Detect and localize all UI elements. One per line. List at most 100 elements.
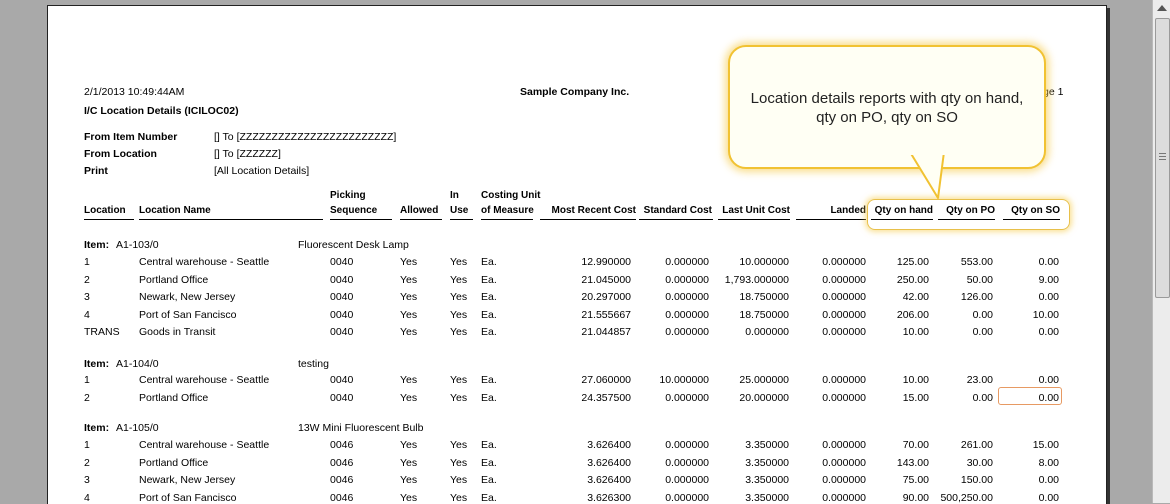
- param-label-location: From Location: [84, 148, 157, 160]
- cell-allowed: Yes: [400, 392, 418, 404]
- header-standard-cost: Standard Cost: [643, 205, 712, 216]
- cell-landed: 0.000000: [822, 492, 866, 504]
- cell-most-recent-cost: 20.297000: [581, 291, 631, 303]
- selected-cell[interactable]: [998, 387, 1062, 405]
- cell-qty-on-po: 50.00: [966, 274, 993, 286]
- cell-qty-on-so: 15.00: [1032, 439, 1059, 451]
- cell-qty-on-so: 0.00: [1038, 374, 1059, 386]
- scrollbar-thumb[interactable]: [1155, 18, 1170, 298]
- qty-columns-highlight: [867, 199, 1070, 230]
- vertical-scrollbar[interactable]: [1152, 0, 1170, 503]
- cell-picking-sequence: 0046: [330, 439, 354, 451]
- cell-last-unit-cost: 18.750000: [739, 291, 789, 303]
- cell-location: 1: [84, 256, 90, 268]
- param-label-item: From Item Number: [84, 131, 178, 143]
- item-description: testing: [298, 358, 329, 370]
- cell-allowed: Yes: [400, 326, 418, 338]
- cell-qty-on-hand: 250.00: [896, 274, 929, 286]
- cell-last-unit-cost: 3.350000: [745, 492, 789, 504]
- param-value-print: [All Location Details]: [214, 165, 310, 177]
- cell-unit: Ea.: [481, 457, 497, 469]
- cell-qty-on-po: 261.00: [960, 439, 993, 451]
- cell-qty-on-hand: 15.00: [902, 392, 929, 404]
- cell-qty-on-so: 9.00: [1038, 274, 1059, 286]
- cell-in-use: Yes: [450, 309, 468, 321]
- cell-qty-on-so: 10.00: [1032, 309, 1059, 321]
- cell-qty-on-po: 0.00: [972, 392, 993, 404]
- cell-last-unit-cost: 1,793.000000: [724, 274, 789, 286]
- cell-landed: 0.000000: [822, 457, 866, 469]
- cell-allowed: Yes: [400, 291, 418, 303]
- scroll-up-icon[interactable]: [1157, 5, 1167, 11]
- cell-landed: 0.000000: [822, 474, 866, 486]
- cell-last-unit-cost: 10.000000: [739, 256, 789, 268]
- cell-standard-cost: 0.000000: [665, 439, 709, 451]
- cell-in-use: Yes: [450, 439, 468, 451]
- cell-qty-on-hand: 125.00: [896, 256, 929, 268]
- item-label: Item:: [84, 358, 110, 370]
- cell-location-name: Central warehouse - Seattle: [139, 256, 270, 268]
- cell-landed: 0.000000: [822, 392, 866, 404]
- cell-unit: Ea.: [481, 291, 497, 303]
- cell-qty-on-po: 126.00: [960, 291, 993, 303]
- header-rule: [796, 219, 866, 220]
- report-viewer: 2/1/2013 10:49:44AM Sample Company Inc. …: [0, 0, 1152, 504]
- header-in-use-1: In: [450, 190, 459, 201]
- header-last-unit-cost: Last Unit Cost: [722, 205, 790, 216]
- cell-unit: Ea.: [481, 256, 497, 268]
- cell-unit: Ea.: [481, 274, 497, 286]
- cell-standard-cost: 0.000000: [665, 291, 709, 303]
- cell-location: 2: [84, 457, 90, 469]
- cell-location-name: Goods in Transit: [139, 326, 216, 338]
- cell-allowed: Yes: [400, 256, 418, 268]
- cell-in-use: Yes: [450, 374, 468, 386]
- cell-location-name: Central warehouse - Seattle: [139, 374, 270, 386]
- cell-qty-on-hand: 206.00: [896, 309, 929, 321]
- cell-unit: Ea.: [481, 392, 497, 404]
- cell-last-unit-cost: 3.350000: [745, 457, 789, 469]
- cell-most-recent-cost: 3.626300: [587, 492, 631, 504]
- cell-allowed: Yes: [400, 374, 418, 386]
- cell-allowed: Yes: [400, 439, 418, 451]
- cell-picking-sequence: 0046: [330, 492, 354, 504]
- cell-standard-cost: 0.000000: [665, 474, 709, 486]
- cell-location-name: Portland Office: [139, 274, 209, 286]
- cell-qty-on-hand: 75.00: [902, 474, 929, 486]
- cell-last-unit-cost: 18.750000: [739, 309, 789, 321]
- param-label-print: Print: [84, 165, 108, 177]
- cell-location: 4: [84, 309, 90, 321]
- cell-in-use: Yes: [450, 256, 468, 268]
- header-most-recent-cost: Most Recent Cost: [551, 205, 636, 216]
- cell-qty-on-po: 0.00: [972, 326, 993, 338]
- cell-location: TRANS: [84, 326, 120, 338]
- cell-location: 1: [84, 439, 90, 451]
- header-costing-2: of Measure: [481, 205, 534, 216]
- cell-qty-on-so: 0.00: [1038, 492, 1059, 504]
- cell-last-unit-cost: 3.350000: [745, 474, 789, 486]
- cell-landed: 0.000000: [822, 274, 866, 286]
- cell-qty-on-po: 553.00: [960, 256, 993, 268]
- cell-qty-on-po: 500,250.00: [940, 492, 993, 504]
- cell-last-unit-cost: 20.000000: [739, 392, 789, 404]
- cell-allowed: Yes: [400, 457, 418, 469]
- cell-location: 4: [84, 492, 90, 504]
- cell-most-recent-cost: 3.626400: [587, 474, 631, 486]
- cell-qty-on-so: 8.00: [1038, 457, 1059, 469]
- cell-most-recent-cost: 3.626400: [587, 439, 631, 451]
- cell-allowed: Yes: [400, 274, 418, 286]
- param-value-item: [] To [ZZZZZZZZZZZZZZZZZZZZZZZZ]: [214, 131, 397, 143]
- callout-bubble: Location details reports with qty on han…: [728, 45, 1046, 169]
- cell-most-recent-cost: 21.044857: [581, 326, 631, 338]
- cell-allowed: Yes: [400, 492, 418, 504]
- cell-picking-sequence: 0040: [330, 256, 354, 268]
- cell-in-use: Yes: [450, 457, 468, 469]
- cell-standard-cost: 0.000000: [665, 309, 709, 321]
- cell-location-name: Newark, New Jersey: [139, 291, 236, 303]
- cell-location: 3: [84, 474, 90, 486]
- header-in-use-2: Use: [450, 205, 469, 216]
- item-code: A1-105/0: [116, 422, 159, 434]
- item-description: 13W Mini Fluorescent Bulb: [298, 422, 424, 434]
- cell-qty-on-so: 0.00: [1038, 326, 1059, 338]
- header-rule: [540, 219, 636, 220]
- cell-location-name: Port of San Fancisco: [139, 309, 237, 321]
